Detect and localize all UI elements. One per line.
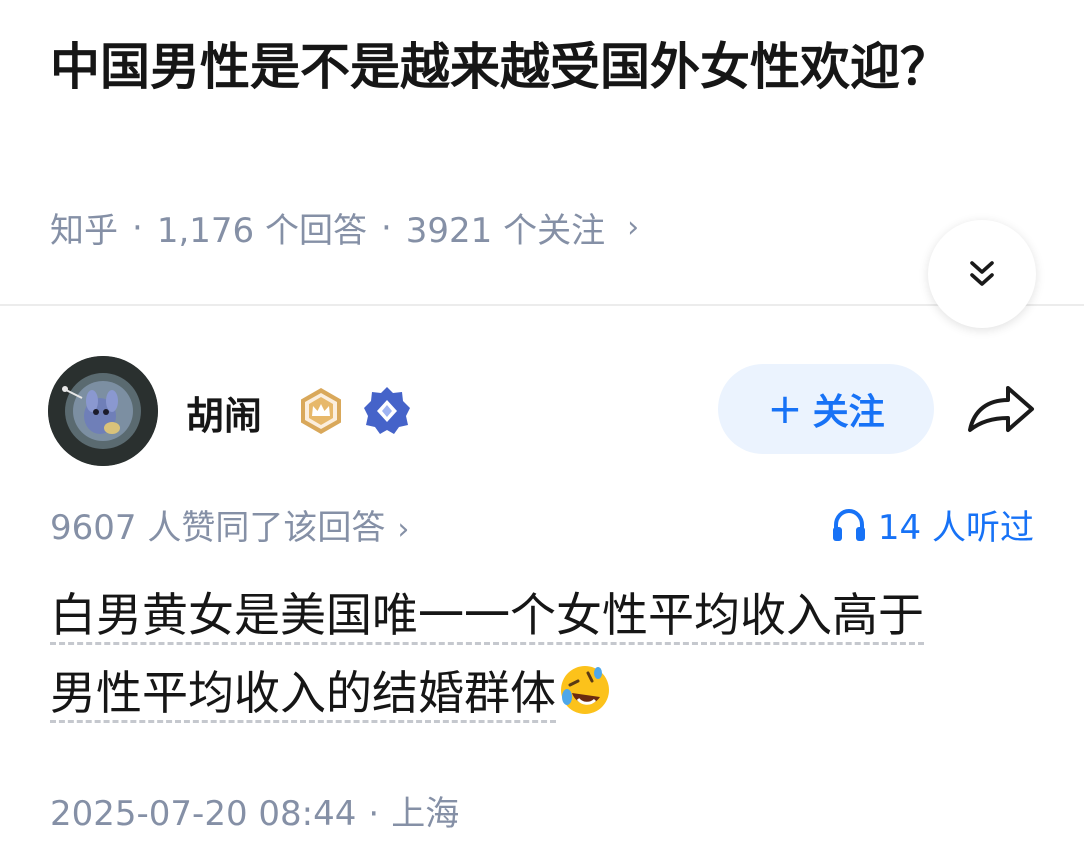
collapse-button[interactable]: [928, 220, 1036, 328]
follower-count: 3921 个关注: [405, 211, 606, 251]
share-button[interactable]: [964, 378, 1040, 442]
share-arrow-icon: [968, 386, 1034, 432]
post-location: 上海: [391, 794, 460, 834]
author-name[interactable]: 胡闹: [186, 385, 262, 440]
answer-line: 男性平均收入的结婚群体: [50, 666, 556, 723]
question-title[interactable]: 中国男性是不是越来越受国外女性欢迎？: [50, 28, 1010, 106]
follow-button[interactable]: + 关注: [718, 364, 934, 454]
upvote-summary[interactable]: 9607 人赞同了该回答 ›: [50, 500, 409, 549]
answer-content[interactable]: 白男黄女是美国唯一一个女性平均收入高于 男性平均收入的结婚群体: [50, 576, 1040, 732]
question-meta[interactable]: 知乎 · 1,176 个回答 · 3921 个关注 ›: [50, 203, 639, 252]
meta-separator: ·: [132, 207, 143, 248]
answer-page: 中国男性是不是越来越受国外女性欢迎？ 知乎 · 1,176 个回答 · 3921…: [0, 0, 1084, 860]
meta-separator: ·: [368, 794, 380, 834]
avatar[interactable]: [48, 356, 158, 466]
post-time: 2025-07-20 08:44 · 上海: [50, 786, 459, 835]
source-label: 知乎: [50, 211, 118, 251]
plus-icon: +: [767, 384, 803, 433]
answer-line: 白男黄女是美国唯一一个女性平均收入高于: [50, 588, 924, 645]
double-chevron-down-icon: [970, 261, 994, 286]
crown-badge-icon[interactable]: [296, 386, 346, 436]
meta-separator: ·: [380, 207, 392, 248]
rolling-laughing-emoji-icon: [561, 666, 609, 714]
listened-text: 14 人听过: [877, 508, 1034, 548]
chevron-right-icon: ›: [627, 210, 640, 245]
headphones-icon: [832, 508, 865, 541]
chevron-right-icon: ›: [397, 512, 410, 547]
upvote-count-text: 9607 人赞同了该回答: [50, 508, 386, 548]
follow-label: 关注: [812, 392, 885, 433]
divider: [0, 304, 1084, 306]
diamond-badge-icon[interactable]: [362, 386, 412, 436]
answer-count: 1,176 个回答: [156, 211, 367, 251]
post-date: 2025-07-20 08:44: [50, 794, 357, 834]
listened-count[interactable]: 14 人听过: [830, 500, 1034, 549]
